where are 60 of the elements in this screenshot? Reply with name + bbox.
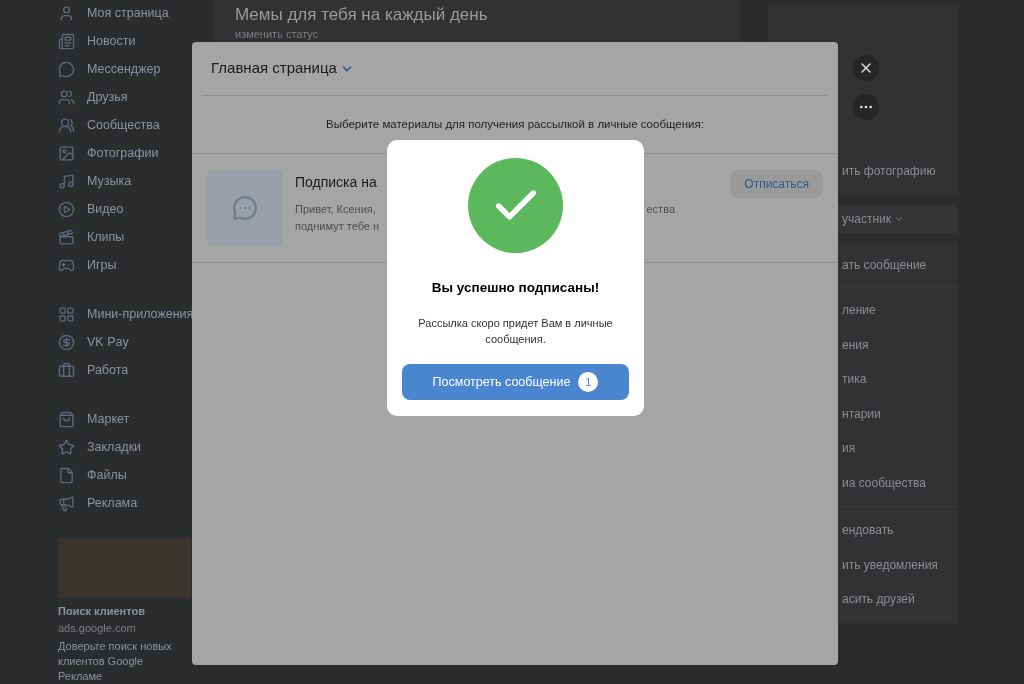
status-link[interactable]: изменить статус [235,26,720,43]
newspaper-icon [58,32,75,50]
grid-icon [58,305,75,323]
success-text: Рассылка скоро придет Вам в личные сообщения. [417,316,614,348]
chat-icon [232,195,258,221]
menu-item[interactable]: ить уведомления [842,547,958,582]
subscription-text: Привет, Ксения, [295,202,376,217]
ad-text: Доверьте поиск новых клиентов Google Рекламе [58,639,173,684]
menu-item[interactable]: Фотографии [87,143,159,163]
menu-item[interactable]: Музыка [87,171,132,191]
page-title: Мемы для тебя на каждый день [235,4,489,26]
clapperboard-icon [58,228,75,246]
menu-item[interactable]: нтарии [842,396,958,431]
menu-item[interactable]: Реклама [87,493,138,513]
menu-item[interactable]: Сообщества [87,115,160,135]
music-note-icon [58,172,75,190]
menu-item[interactable]: VK Pay [87,332,129,352]
play-icon [58,200,75,218]
group-icon [58,116,75,134]
menu-item[interactable]: Новости [87,31,136,51]
coin-icon [58,333,75,351]
menu-item[interactable]: ения [842,327,958,362]
menu-item[interactable]: Закладки [87,437,142,457]
picture-icon [58,144,75,162]
subscription-text: ества [646,202,675,217]
menu-item[interactable]: тика [842,362,958,397]
chevron-icon [894,214,904,224]
menu-item[interactable]: Клипы [87,227,125,247]
success-title: Вы успешно подписаны! [431,279,600,297]
menu-item[interactable]: иа сообщества [842,465,958,500]
ad-domain: ads.google.com [58,620,137,636]
people-icon [58,88,75,106]
bag-icon [58,410,75,428]
menu-item[interactable]: ия [842,431,958,466]
menu-item[interactable]: Работа [87,360,129,380]
subscription-title: Подписка на [295,173,378,192]
subscription-text: поднимут тебе н [295,218,381,234]
megaphone-icon [58,494,75,512]
user-icon [58,4,75,22]
menu-item[interactable]: Игры [87,255,117,275]
menu-item[interactable]: Друзья [87,87,128,107]
unsubscribe-button[interactable]: Отписаться [730,170,823,198]
menu-item[interactable]: ление [842,293,958,328]
menu-item[interactable]: Файлы [87,465,127,485]
menu-item[interactable]: Маркет [87,409,130,429]
menu-item[interactable]: Моя страница [87,3,169,23]
menu-item[interactable]: Видео [87,199,124,219]
view-message-button[interactable]: Посмотреть сообщение 1 [402,364,629,401]
star-icon [58,438,75,456]
menu-item[interactable]: Мини-приложения [87,304,194,324]
file-icon [58,466,75,484]
send-message-link[interactable]: ать сообщение [842,243,958,287]
count-badge: 1 [578,372,599,393]
menu-item[interactable]: ендовать [842,513,958,548]
menu-item[interactable]: Мессенджер [87,59,161,79]
intro-text: Выберите материалы для получения рассылкой в личные сообщения: [326,116,704,132]
dialog-title[interactable]: Главная страница [211,57,337,80]
menu-item[interactable]: асить друзей [842,582,958,617]
speech-bubble-icon [58,60,75,78]
briefcase-icon [58,361,75,379]
